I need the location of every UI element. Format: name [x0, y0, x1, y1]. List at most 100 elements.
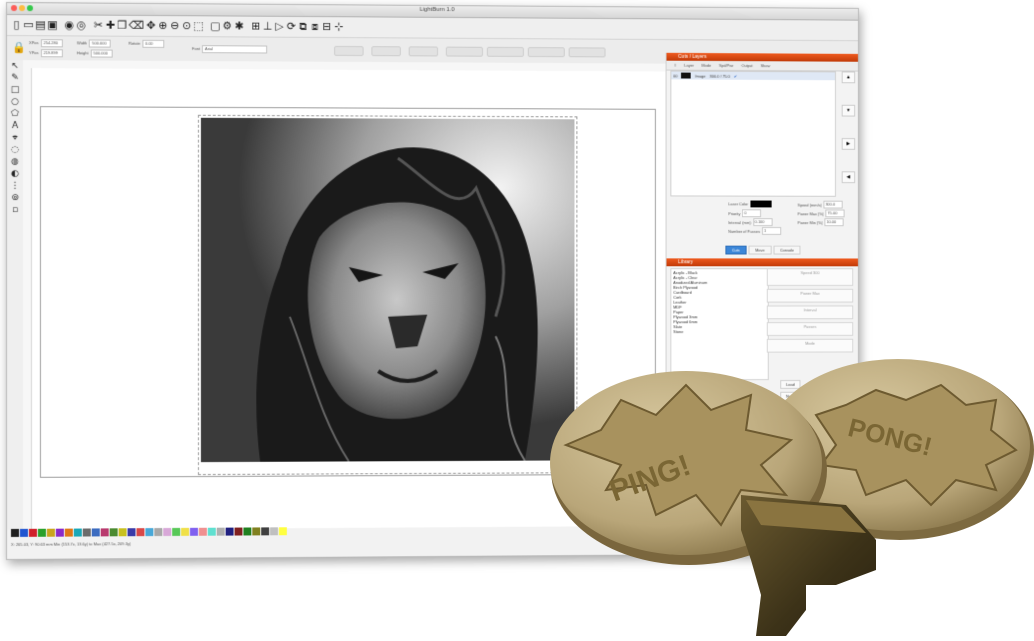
lion-image[interactable] — [201, 118, 575, 462]
position-tool-icon[interactable]: ⌖ — [7, 132, 23, 144]
layer-left-button[interactable]: ◀ — [842, 171, 855, 183]
palette-swatch[interactable] — [11, 529, 19, 537]
pen-tool-icon[interactable]: ✎ — [7, 72, 23, 84]
zoom-out-icon[interactable]: ⊖ — [169, 18, 180, 34]
save-icon[interactable]: ▤ — [35, 17, 46, 33]
italic-toggle[interactable] — [409, 46, 438, 56]
palette-swatch[interactable] — [252, 527, 260, 535]
ypos-input[interactable]: 219.899 — [41, 49, 63, 57]
palette-swatch[interactable] — [101, 528, 109, 536]
power-max-field[interactable]: Power Max (%) 75.00 — [798, 209, 845, 217]
power-min-input[interactable]: 10.00 — [825, 218, 844, 226]
cut-icon[interactable]: ✂ — [93, 18, 104, 34]
circular-array-icon[interactable]: ⊚ — [7, 192, 23, 204]
library-item[interactable]: Stone — [673, 329, 766, 334]
weld-tool-icon[interactable]: ◌ — [7, 144, 23, 156]
mirror-icon[interactable]: ▷ — [274, 19, 285, 35]
frame-icon[interactable]: ⬚ — [193, 18, 204, 34]
zoom-in-icon[interactable]: ⊕ — [157, 18, 168, 34]
ellipse-tool-icon[interactable]: ○ — [7, 96, 23, 108]
layer-right-button[interactable]: ▶ — [842, 138, 855, 150]
ypos-field[interactable]: YPos 219.899 — [29, 49, 62, 56]
power-max-input[interactable]: 75.00 — [826, 209, 845, 217]
xpos-field[interactable]: XPos 254.280 — [29, 39, 62, 46]
xpos-input[interactable]: 254.280 — [41, 39, 63, 47]
palette-swatch[interactable] — [74, 529, 82, 537]
bold-toggle[interactable] — [371, 46, 400, 56]
palette-swatch[interactable] — [56, 529, 64, 537]
palette-swatch[interactable] — [235, 528, 243, 536]
polygon-tool-icon[interactable]: ⬠ — [7, 108, 23, 120]
node-edit-icon[interactable]: ▫ — [7, 204, 23, 216]
rotate-icon[interactable]: ⟳ — [286, 19, 297, 35]
palette-swatch[interactable] — [83, 528, 91, 536]
tab-console[interactable]: Console — [773, 246, 801, 255]
palette-swatch[interactable] — [119, 528, 127, 536]
hspace-field[interactable] — [446, 47, 483, 57]
priority-field[interactable]: Priority 0 — [728, 209, 761, 217]
distribute-icon[interactable]: ⊥ — [262, 19, 273, 35]
speed-field[interactable]: Speed (mm/s) 300.0 — [798, 201, 843, 209]
palette-swatch[interactable] — [243, 527, 251, 535]
passes-field[interactable]: Number of Passes 1 — [728, 227, 781, 235]
font-field[interactable]: Font Arial — [192, 45, 267, 52]
passes-input[interactable]: 1 — [762, 227, 781, 235]
palette-swatch[interactable] — [217, 528, 225, 536]
new-file-icon[interactable]: ▯ — [11, 17, 22, 33]
tools-icon[interactable]: ✱ — [234, 18, 245, 34]
cuts-list[interactable]: 00 Image 300.0 / 75.0 ✔ — [670, 71, 836, 197]
rotate-field[interactable]: Rotate 0.00 — [129, 40, 165, 47]
boolean-tool-icon[interactable]: ◐ — [7, 168, 23, 180]
palette-swatch[interactable] — [47, 529, 55, 537]
offset-tool-icon[interactable]: ◍ — [7, 156, 23, 168]
rotate-input[interactable]: 0.00 — [142, 39, 164, 47]
interval-input[interactable]: 0.100 — [753, 218, 772, 226]
align-x-select[interactable] — [528, 47, 565, 57]
align-y-select[interactable] — [569, 47, 606, 57]
palette-swatch[interactable] — [270, 527, 278, 535]
palette-swatch[interactable] — [145, 528, 153, 536]
palette-swatch[interactable] — [261, 527, 269, 535]
palette-swatch[interactable] — [172, 528, 180, 536]
palette-swatch[interactable] — [65, 529, 73, 537]
move-icon[interactable]: ✚ — [105, 18, 116, 34]
palette-swatch[interactable] — [199, 528, 207, 536]
laser-color-field[interactable]: Laser Color — [728, 200, 771, 207]
align-icon[interactable]: ⊞ — [250, 19, 261, 35]
ungroup-icon[interactable]: ⧈ — [309, 19, 320, 35]
laser-color-swatch[interactable] — [750, 201, 771, 208]
height-field[interactable]: Height 500.000 — [77, 49, 112, 56]
move-layer-down-button[interactable]: ▼ — [842, 105, 855, 117]
palette-swatch[interactable] — [190, 528, 198, 536]
snap-icon[interactable]: ⊹ — [333, 19, 344, 35]
array-tool-icon[interactable]: ⋮ — [7, 180, 23, 192]
vspace-field[interactable] — [487, 47, 524, 57]
save-as-icon[interactable]: ▣ — [47, 17, 58, 33]
monitor-icon[interactable]: ▢ — [210, 18, 221, 34]
palette-swatch[interactable] — [38, 529, 46, 537]
group-icon[interactable]: ⧉ — [298, 19, 309, 35]
palette-swatch[interactable] — [20, 529, 28, 537]
palette-swatch[interactable] — [92, 528, 100, 536]
power-min-field[interactable]: Power Min (%) 10.00 — [798, 218, 844, 226]
height-input[interactable]: 500.000 — [90, 49, 112, 57]
font-select[interactable]: Arial — [202, 45, 267, 53]
select-tool-icon[interactable]: ↖ — [7, 60, 23, 72]
text-tool-icon[interactable]: A — [7, 120, 23, 132]
palette-swatch[interactable] — [128, 528, 136, 536]
speed-input[interactable]: 300.0 — [824, 201, 843, 209]
import-icon[interactable]: ◉ — [64, 17, 75, 33]
palette-swatch[interactable] — [110, 528, 118, 536]
priority-input[interactable]: 0 — [742, 209, 761, 217]
cut-row[interactable]: 00 Image 300.0 / 75.0 ✔ — [671, 72, 835, 81]
open-file-icon[interactable]: ▭ — [23, 17, 34, 33]
settings-icon[interactable]: ⚙ — [222, 18, 233, 34]
tab-move[interactable]: Move — [748, 246, 771, 255]
delete-icon[interactable]: ⌫ — [129, 18, 140, 34]
tab-cuts[interactable]: Cuts — [725, 246, 746, 255]
height-option[interactable] — [334, 46, 363, 56]
palette-swatch[interactable] — [181, 528, 189, 536]
palette-swatch[interactable] — [208, 528, 216, 536]
palette-swatch[interactable] — [226, 528, 234, 536]
zoom-fit-icon[interactable]: ⊙ — [181, 18, 192, 34]
